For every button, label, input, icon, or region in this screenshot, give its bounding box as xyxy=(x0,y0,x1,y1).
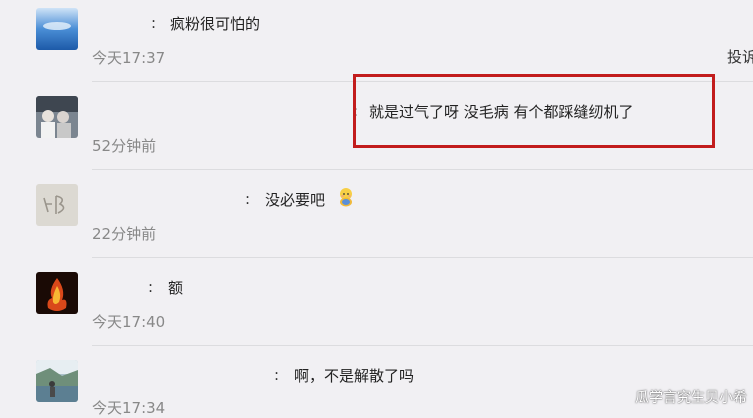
avatar[interactable] xyxy=(36,96,78,138)
highlight-box xyxy=(353,74,715,148)
avatar[interactable] xyxy=(36,360,78,402)
divider xyxy=(92,169,753,170)
comment-time: 今天17:40 xyxy=(92,313,166,331)
divider xyxy=(92,257,753,258)
comment-colon: : xyxy=(245,190,251,208)
comment-colon: : xyxy=(274,366,280,384)
bashful-emoji-icon xyxy=(340,188,352,207)
report-link[interactable]: 投诉 xyxy=(727,46,753,67)
divider xyxy=(92,345,753,346)
avatar[interactable] xyxy=(36,184,78,226)
comment-time: 今天17:37 xyxy=(92,49,166,67)
watermark: 瓜学言究生贝小希 xyxy=(635,390,747,406)
comment-colon: : xyxy=(151,14,157,32)
comment-time: 22分钟前 xyxy=(92,225,157,243)
avatar[interactable] xyxy=(36,272,78,314)
comment-text: 疯粉很可怕的 xyxy=(170,15,261,33)
comment-text: 啊，不是解散了吗 xyxy=(294,367,415,385)
comment-time: 今天17:34 xyxy=(92,399,166,417)
avatar[interactable] xyxy=(36,8,78,50)
comment-text: 额 xyxy=(168,279,184,297)
comment-text: 没必要吧 xyxy=(265,191,326,209)
comment-colon: : xyxy=(148,278,154,296)
comment-time: 52分钟前 xyxy=(92,137,157,155)
